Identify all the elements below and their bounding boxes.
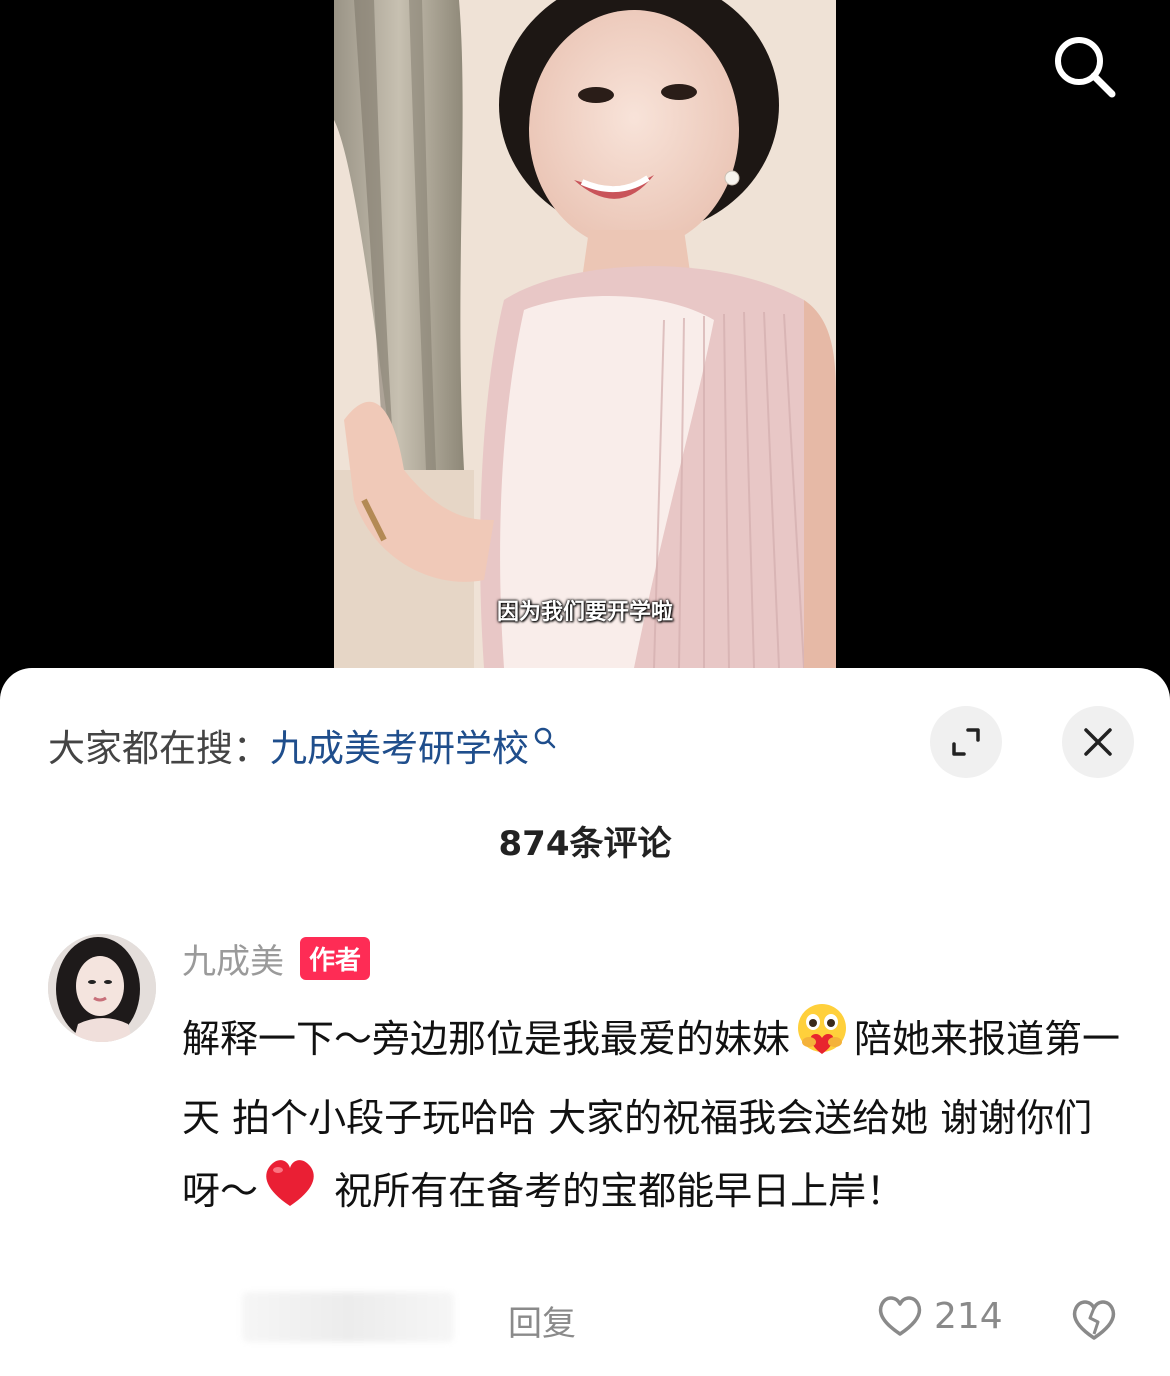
comment-text: 解释一下～旁边那位是我最爱的妹妹 陪她来报道第一天 拍个小段子玩哈哈 大家的祝福我…: [182, 1000, 1127, 1233]
search-suggestion[interactable]: 大家都在搜：九成美考研学校: [48, 718, 559, 772]
search-icon: [1055, 37, 1116, 98]
expand-icon: [952, 728, 980, 756]
video-player[interactable]: 因为我们要开学啦: [0, 0, 1170, 700]
dislike-button[interactable]: [1068, 1294, 1120, 1346]
comment-sheet: 大家都在搜：九成美考研学校 874条评论 九成美 作者 解释一下～旁边那位是我最…: [0, 668, 1170, 1376]
video-subtitle: 因为我们要开学啦: [496, 600, 673, 625]
red-heart-emoji: [260, 1154, 320, 1233]
close-icon: [1084, 728, 1112, 756]
search-suggestion-prefix: 大家都在搜：: [48, 727, 270, 770]
small-search-icon: [533, 718, 559, 761]
heart-outline-icon: [878, 1296, 922, 1336]
like-button[interactable]: 214: [876, 1294, 1003, 1338]
hugging-heart-emoji: [792, 1000, 852, 1083]
comment-text-part1: 解释一下～旁边那位是我最爱的妹妹: [182, 1017, 791, 1061]
close-button[interactable]: [1062, 706, 1134, 778]
comment-text-part3: 祝所有在备考的宝都能早日上岸！: [322, 1169, 905, 1213]
blurred-ip-location: [242, 1292, 454, 1342]
avatar[interactable]: [48, 934, 156, 1042]
search-button[interactable]: [1048, 30, 1120, 102]
search-suggestion-keyword[interactable]: 九成美考研学校: [270, 727, 529, 770]
expand-button[interactable]: [930, 706, 1002, 778]
author-row: 九成美 作者: [182, 934, 371, 983]
author-name[interactable]: 九成美: [182, 934, 284, 983]
broken-heart-icon: [1072, 1300, 1116, 1340]
like-count: 214: [934, 1295, 1003, 1337]
comment-count: 874条评论: [498, 824, 672, 864]
video-image: [334, 0, 836, 668]
author-badge: 作者: [300, 936, 371, 980]
video-frame[interactable]: 因为我们要开学啦: [334, 0, 836, 668]
reply-button[interactable]: 回复: [508, 1296, 576, 1345]
